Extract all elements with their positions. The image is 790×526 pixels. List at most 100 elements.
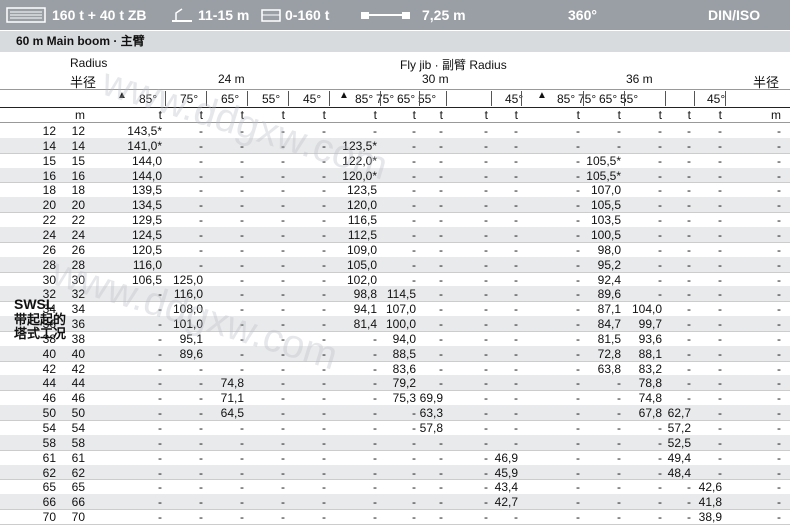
capacity-label: 160 t + 40 t ZB: [52, 7, 147, 23]
column-tick: [694, 91, 695, 106]
unit-t: t: [322, 108, 326, 122]
unit-t: t: [514, 108, 518, 122]
radius-cell: -: [777, 495, 781, 510]
column-tick: [380, 91, 381, 106]
capacity-cell: 20: [42, 198, 56, 213]
capacity-cell: -: [514, 272, 518, 287]
capacity-cell: -: [322, 287, 326, 302]
radius-cell: -: [777, 421, 781, 435]
capacity-cell: -: [514, 510, 518, 525]
angle-30-65: 65°: [397, 92, 416, 106]
capacity-cell: -: [718, 168, 722, 183]
radius-cell: -: [777, 287, 781, 302]
radius-cell: -: [777, 168, 781, 183]
capacity-cell: -: [514, 257, 518, 272]
radius-cell: -: [777, 435, 781, 450]
capacity-cell: -: [718, 138, 722, 153]
capacity-cell: 42: [42, 361, 56, 376]
unit-m-left: m: [75, 108, 85, 122]
capacity-cell: -: [322, 257, 326, 272]
capacity-cell: 54: [42, 421, 56, 435]
capacity-cell: -: [322, 168, 326, 183]
capacity-cell: -: [718, 242, 722, 257]
capacity-cell: -: [322, 346, 326, 361]
swsl-label: SWSL: [14, 296, 55, 312]
capacity-cell: -: [322, 272, 326, 287]
swsl-cn-line2: 塔式工况: [14, 326, 67, 341]
column-tick: [491, 91, 492, 106]
capacity-cell: -: [322, 406, 326, 421]
radius-cell: -: [777, 242, 781, 257]
capacity-cell: -: [322, 480, 326, 495]
angle-36-65: 65°: [599, 92, 618, 106]
capacity-cell: -: [514, 346, 518, 361]
unit-t: t: [281, 108, 285, 122]
capacity-cell: -: [514, 168, 518, 183]
radius-cell: -: [777, 346, 781, 361]
capacity-cell: -: [514, 183, 518, 198]
capacity-cell: -: [322, 183, 326, 198]
capacity-cell: 42,6: [698, 480, 722, 495]
capacity-cell: -: [718, 346, 722, 361]
capacity-cell: -: [322, 510, 326, 525]
capacity-cell: -: [718, 406, 722, 421]
radius-cell: -: [777, 183, 781, 198]
capacity-cell: -: [322, 435, 326, 450]
capacity-cell: 58: [42, 435, 56, 450]
triangle-icon: ▲: [339, 90, 349, 101]
capacity-cell: -: [718, 376, 722, 391]
capacity-cell: -: [718, 213, 722, 228]
capacity-cell: -: [322, 450, 326, 465]
radius-cell: -: [777, 510, 781, 525]
capacity-cell: -: [514, 376, 518, 391]
capacity-cell: -: [322, 317, 326, 332]
capacity-cell: 66: [42, 495, 56, 510]
capacity-cell: -: [322, 361, 326, 376]
capacity-cell: 46: [42, 391, 56, 406]
outrigger-width: 7,25 m: [422, 7, 466, 23]
capacity-cell: -: [514, 198, 518, 213]
capacity-cell: -: [718, 153, 722, 168]
angle-36-55: 55°: [620, 92, 639, 106]
capacity-cell: -: [322, 227, 326, 242]
column-tick: [206, 91, 207, 106]
capacity-cell: -: [514, 331, 518, 346]
angle-24-55: 55°: [262, 92, 281, 106]
capacity-cell: -: [718, 272, 722, 287]
capacity-cell: -: [514, 242, 518, 257]
capacity-cell: -: [718, 331, 722, 346]
capacity-cell: 30: [42, 272, 56, 287]
radius-cell: -: [777, 480, 781, 495]
unit-t: t: [158, 108, 162, 122]
capacity-cell: -: [718, 421, 722, 435]
capacity-cell: 12: [42, 124, 56, 138]
column-tick: [665, 91, 666, 106]
capacity-cell: 28: [42, 257, 56, 272]
capacity-cell: -: [514, 227, 518, 242]
capacity-cell: -: [718, 391, 722, 406]
column-tick: [419, 91, 420, 106]
capacity-cell: 46,9: [494, 450, 518, 465]
load-chart-table: Radius 半径 半径 Fly jib · 副臂 Radius 24 m 30…: [0, 53, 790, 525]
capacity-cell: -: [322, 331, 326, 346]
capacity-cell: -: [718, 435, 722, 450]
unit-t: t: [617, 108, 621, 122]
angle-30-55: 55°: [418, 92, 437, 106]
capacity-cell: 38,9: [698, 510, 722, 525]
capacity-cell: 18: [42, 183, 56, 198]
capacity-cell: -: [322, 124, 326, 138]
column-tick: [329, 91, 330, 106]
radius-cell: -: [777, 198, 781, 213]
ballast-value: 0-160 t: [285, 7, 330, 23]
unit-m-right: m: [771, 108, 781, 122]
unit-t: t: [439, 108, 443, 122]
capacity-cell: 65: [42, 480, 56, 495]
capacity-cell: -: [718, 450, 722, 465]
capacity-cell: -: [718, 124, 722, 138]
radius-cell: -: [777, 450, 781, 465]
column-tick: [725, 91, 726, 106]
capacity-cell: -: [718, 227, 722, 242]
radius-cell: -: [777, 227, 781, 242]
row-divider: [0, 523, 790, 525]
column-tick: [521, 91, 522, 106]
